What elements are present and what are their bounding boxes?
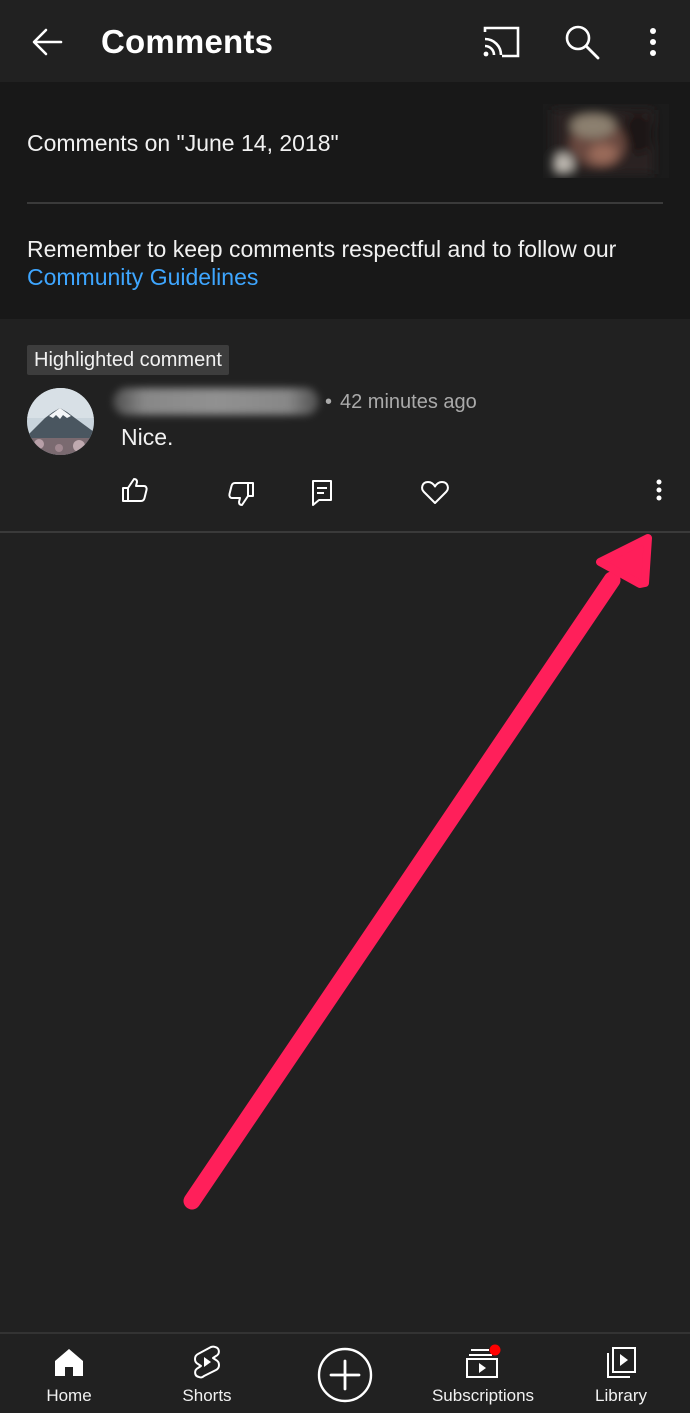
cast-icon[interactable] bbox=[480, 24, 522, 60]
nav-library-label: Library bbox=[595, 1386, 647, 1405]
nav-subscriptions[interactable]: Subscriptions bbox=[414, 1334, 552, 1413]
highlighted-comment-badge: Highlighted comment bbox=[27, 345, 229, 375]
nav-library[interactable]: Library bbox=[552, 1334, 690, 1413]
back-arrow-icon[interactable] bbox=[28, 22, 68, 62]
nav-shorts-label: Shorts bbox=[182, 1386, 232, 1405]
reminder-text: Remember to keep comments respectful and… bbox=[27, 236, 617, 262]
comment-divider bbox=[0, 531, 690, 533]
notification-dot bbox=[489, 1344, 501, 1356]
bottom-navigation: Home Shorts Subscriptions Library bbox=[0, 1332, 690, 1413]
comment-timestamp: 42 minutes ago bbox=[340, 391, 477, 413]
comments-header-panel: Comments on "June 14, 2018" Remember to … bbox=[0, 82, 690, 319]
top-app-bar: Comments bbox=[0, 0, 690, 82]
library-icon bbox=[607, 1347, 636, 1378]
nav-shorts[interactable]: Shorts bbox=[138, 1334, 276, 1413]
author-name-redacted[interactable] bbox=[113, 388, 319, 415]
heart-icon[interactable] bbox=[419, 476, 451, 508]
subscriptions-icon bbox=[466, 1344, 501, 1378]
more-vert-icon[interactable] bbox=[644, 474, 674, 506]
avatar[interactable] bbox=[27, 388, 94, 455]
reply-icon[interactable] bbox=[306, 476, 338, 508]
home-icon bbox=[55, 1349, 83, 1376]
page-title: Comments bbox=[101, 23, 274, 60]
header-divider bbox=[27, 202, 663, 204]
video-thumbnail[interactable] bbox=[543, 104, 669, 178]
nav-home-label: Home bbox=[46, 1386, 92, 1405]
thumb-up-icon[interactable] bbox=[119, 474, 151, 506]
comment-text: Nice. bbox=[121, 424, 174, 450]
community-guidelines-link[interactable]: Community Guidelines bbox=[27, 263, 663, 291]
more-vert-icon[interactable] bbox=[636, 22, 670, 62]
nav-subscriptions-label: Subscriptions bbox=[431, 1386, 535, 1405]
thumb-down-icon[interactable] bbox=[225, 478, 257, 510]
respectful-reminder: Remember to keep comments respectful and… bbox=[27, 235, 663, 291]
nav-create-button[interactable] bbox=[276, 1334, 414, 1413]
meta-separator: • bbox=[325, 391, 333, 413]
add-circle-icon bbox=[317, 1347, 373, 1403]
nav-home[interactable]: Home bbox=[0, 1334, 138, 1413]
comments-on-label: Comments on "June 14, 2018" bbox=[27, 130, 339, 156]
shorts-icon bbox=[194, 1345, 220, 1379]
search-icon[interactable] bbox=[562, 22, 602, 62]
